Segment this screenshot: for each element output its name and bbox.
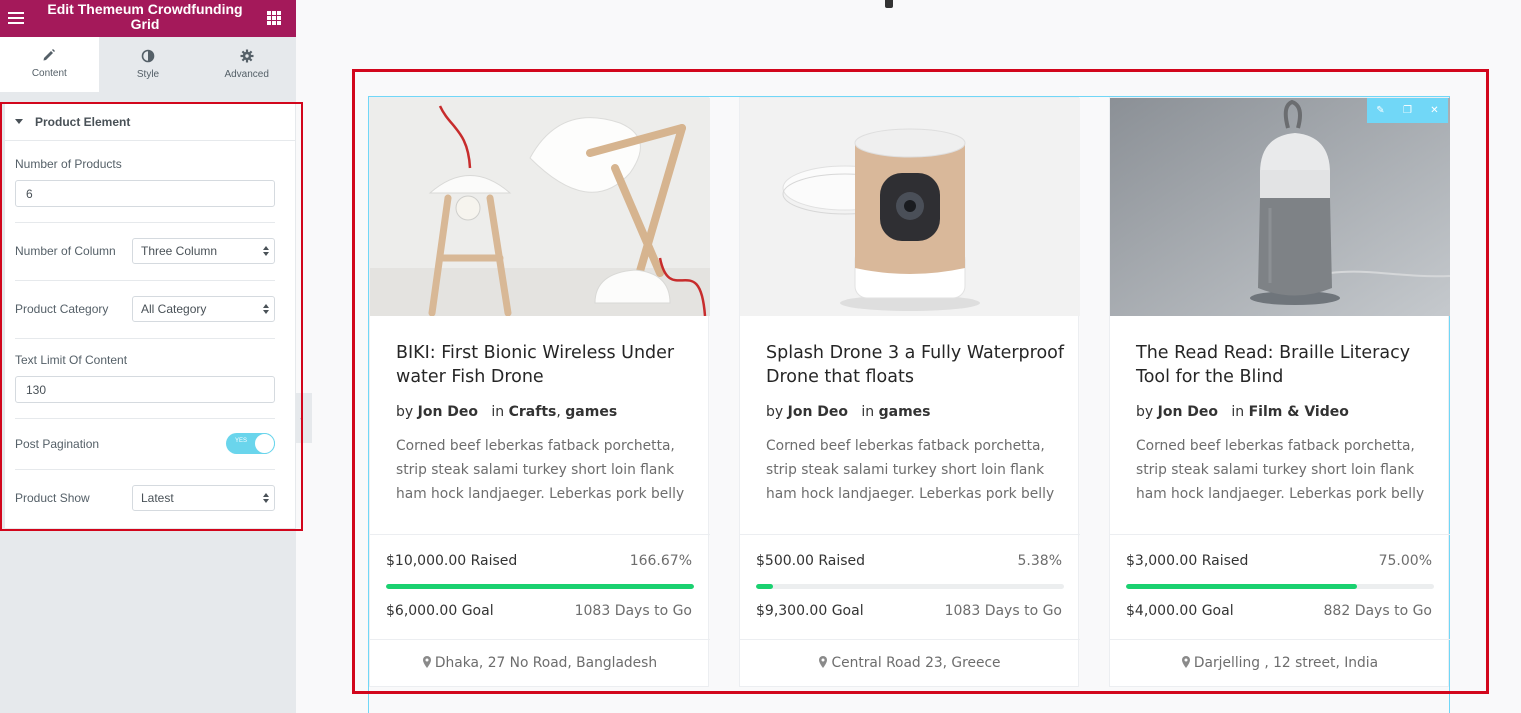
panel-header: Edit Themeum Crowdfunding Grid: [0, 0, 296, 37]
tab-advanced-label: Advanced: [224, 69, 269, 80]
panel-tabs: Content Style Advanced: [0, 37, 296, 92]
tab-content[interactable]: Content: [0, 37, 99, 92]
highlight-box-panel: [0, 102, 303, 531]
page-title-fragment: [885, 0, 893, 8]
tab-style-label: Style: [136, 69, 160, 80]
tab-advanced[interactable]: Advanced: [197, 37, 296, 92]
pencil-icon: [43, 48, 56, 60]
tab-content-label: Content: [31, 67, 67, 79]
hamburger-menu-icon[interactable]: [8, 10, 24, 26]
panel-title: Edit Themeum Crowdfunding Grid: [47, 1, 243, 32]
gear-icon: [240, 49, 254, 63]
highlight-box-preview: [352, 69, 1489, 694]
tab-style[interactable]: Style: [99, 37, 198, 92]
half-circle-icon: [141, 49, 155, 63]
widgets-grid-icon[interactable]: [267, 11, 281, 25]
